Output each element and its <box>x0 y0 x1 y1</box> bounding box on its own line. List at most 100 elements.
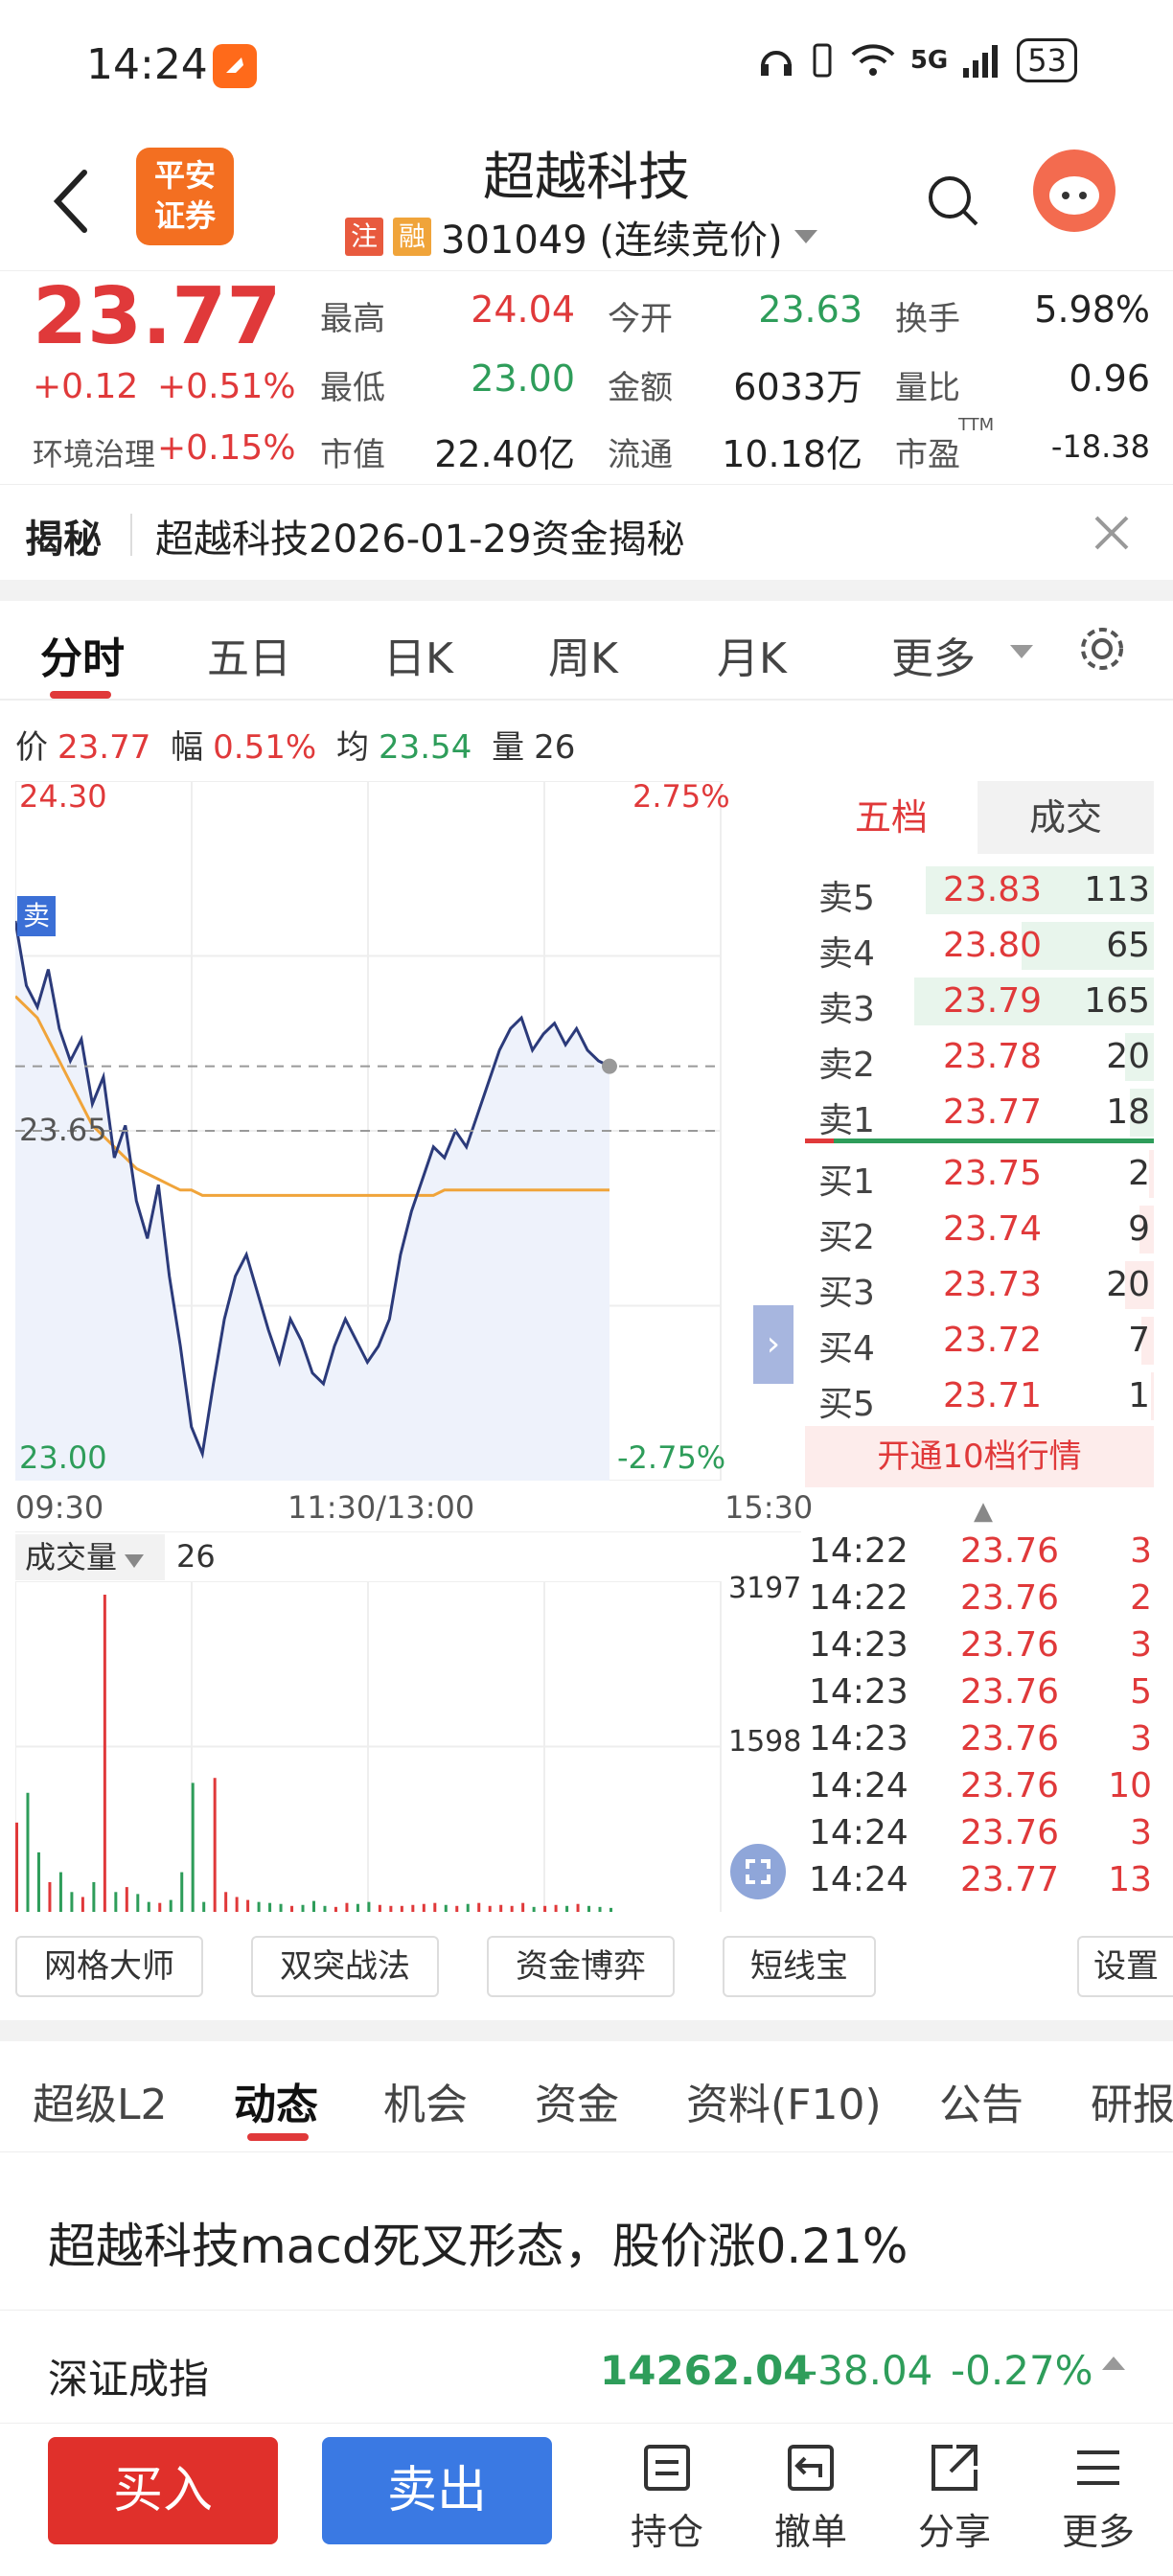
vol-ratio-label: 量比 <box>895 369 960 407</box>
news-title[interactable]: 超越科技macd死叉形态，股价涨0.21% <box>48 2208 908 2277</box>
bid-row-4[interactable]: 买4 23.72 7 <box>805 1313 1154 1368</box>
stock-code-line[interactable]: 注 融 301049 (连续竞价) <box>345 209 817 264</box>
tab-f10[interactable]: 资料(F10) <box>686 2070 882 2131</box>
sector-name[interactable]: 环境治理 <box>33 430 155 474</box>
tool-fund-game[interactable]: 资金博弈 <box>487 1936 675 1997</box>
volume-bars <box>15 1595 612 1912</box>
expand-orderbook-icon[interactable]: › <box>753 1305 794 1384</box>
tab-funds[interactable]: 资金 <box>535 2070 619 2131</box>
ask-row-3[interactable]: 卖3 23.79 165 <box>805 974 1154 1029</box>
more-dropdown-icon[interactable] <box>1010 645 1033 658</box>
index-change: -38.04 <box>803 2347 933 2394</box>
fund-reveal-bar[interactable]: 揭秘 超越科技2026-01-29资金揭秘 <box>0 484 1173 580</box>
bid-row-1[interactable]: 买1 23.75 2 <box>805 1146 1154 1202</box>
tool-short-term[interactable]: 短线宝 <box>723 1936 876 1997</box>
cancel-order-button[interactable]: 撤单 <box>753 2441 868 2555</box>
search-icon[interactable] <box>925 172 982 230</box>
reveal-text[interactable]: 超越科技2026-01-29资金揭秘 <box>155 508 684 564</box>
pe-ttm-sup: TTM <box>958 415 995 435</box>
tab-super-l2[interactable]: 超级L2 <box>33 2070 168 2131</box>
low-value: 23.00 <box>471 357 575 400</box>
bottom-action-bar: 买入 卖出 持仓 撤单 分享 更多 <box>0 2423 1173 2576</box>
volume-bar <box>26 1792 30 1912</box>
dropdown-icon <box>125 1554 145 1568</box>
volume-bar <box>510 1905 514 1912</box>
holdings-icon <box>644 2445 690 2491</box>
share-button[interactable]: 分享 <box>897 2441 1012 2555</box>
level-price: 23.72 <box>943 1321 1043 1360</box>
tab-research[interactable]: 研报 <box>1091 2070 1173 2131</box>
level-volume: 1 <box>1128 1376 1150 1415</box>
level-volume: 2 <box>1128 1154 1150 1193</box>
volume-bar <box>389 1905 393 1912</box>
volume-grid <box>15 1581 722 1912</box>
volume-bar <box>301 1904 305 1912</box>
tab-monthly-k[interactable]: 月K <box>717 624 787 685</box>
tick-time: 14:23 <box>809 1719 908 1759</box>
level-price: 23.74 <box>943 1209 1043 1249</box>
tick-time: 14:22 <box>809 1531 908 1571</box>
intraday-chart[interactable] <box>15 781 728 1481</box>
tab-opportunity[interactable]: 机会 <box>383 2070 468 2131</box>
ask-row-2[interactable]: 卖2 23.78 20 <box>805 1029 1154 1085</box>
level-label: 卖4 <box>818 934 875 974</box>
level-volume: 20 <box>1106 1037 1150 1076</box>
tab-dynamics[interactable]: 动态 <box>234 2070 318 2131</box>
info-amp: 0.51% <box>213 728 317 767</box>
quote-panel: 23.77 +0.12 +0.51% 环境治理 +0.15% 最高 24.04 … <box>0 270 1173 481</box>
scroll-up-icon[interactable]: ▲ <box>974 1497 993 1526</box>
tick-row: 14:22 23.76 2 <box>809 1578 1154 1624</box>
volume-bar <box>334 1906 337 1912</box>
volume-bar <box>488 1905 492 1912</box>
volume-bar <box>235 1897 239 1912</box>
price-area <box>15 921 610 1481</box>
ask-row-4[interactable]: 卖4 23.80 65 <box>805 918 1154 974</box>
assistant-avatar[interactable] <box>1033 150 1116 232</box>
level-volume: 165 <box>1084 981 1150 1021</box>
tick-price: 23.76 <box>960 1813 1060 1852</box>
holdings-button[interactable]: 持仓 <box>610 2441 724 2555</box>
amount-label: 金额 <box>608 369 673 407</box>
price-change: +0.12 <box>33 367 139 406</box>
bid-row-2[interactable]: 买2 23.74 9 <box>805 1202 1154 1257</box>
tab-daily-k[interactable]: 日K <box>383 624 453 685</box>
tab-more[interactable]: 更多 <box>891 624 976 685</box>
volume-bar <box>279 1903 283 1912</box>
ask-row-1[interactable]: 卖1 23.77 18 <box>805 1085 1154 1140</box>
tick-volume: 2 <box>1130 1578 1152 1618</box>
tab-weekly-k[interactable]: 周K <box>548 624 618 685</box>
bid-row-5[interactable]: 买5 23.71 1 <box>805 1368 1154 1424</box>
tab-intraday[interactable]: 分时 <box>40 624 125 685</box>
open-10-levels-button[interactable]: 开通10档行情 <box>805 1426 1154 1487</box>
news-item[interactable]: 超越科技macd死叉形态，股价涨0.21% <box>0 2151 1173 2309</box>
buy-button[interactable]: 买入 <box>48 2437 278 2544</box>
fullscreen-icon[interactable] <box>730 1844 786 1899</box>
tool-settings[interactable]: 设置 <box>1077 1936 1173 1997</box>
tool-double-break[interactable]: 双突战法 <box>251 1936 439 1997</box>
tab-trades[interactable]: 成交 <box>978 781 1154 854</box>
sell-marker[interactable]: 卖 <box>17 896 56 936</box>
tool-grid-master[interactable]: 网格大师 <box>15 1936 203 1997</box>
settings-gear-icon[interactable] <box>1077 624 1127 674</box>
sell-button[interactable]: 卖出 <box>322 2437 552 2544</box>
tick-time: 14:22 <box>809 1578 908 1618</box>
volume-chart[interactable] <box>15 1581 728 1912</box>
info-amp-label: 幅 <box>171 728 204 767</box>
volume-bar <box>554 1904 558 1912</box>
tab-5day[interactable]: 五日 <box>207 624 291 685</box>
close-icon[interactable] <box>1092 514 1131 552</box>
chevron-up-icon[interactable] <box>1102 2357 1125 2370</box>
tick-price: 23.76 <box>960 1578 1060 1618</box>
bid-row-3[interactable]: 买3 23.73 20 <box>805 1257 1154 1313</box>
pct-tick-bottom: -2.75% <box>617 1439 726 1476</box>
index-ticker[interactable]: 深证成指 14262.04 -38.04 -0.27% <box>0 2310 1173 2423</box>
more-button[interactable]: 更多 <box>1041 2441 1156 2555</box>
volume-indicator-select[interactable]: 成交量 <box>15 1534 165 1580</box>
ask-row-5[interactable]: 卖5 23.83 113 <box>805 862 1154 918</box>
tab-five-levels[interactable]: 五档 <box>805 781 978 854</box>
stock-header: 平安 证券 超越科技 注 融 301049 (连续竞价) <box>0 134 1173 268</box>
level-label: 卖5 <box>818 879 875 918</box>
amount-value: 6033万 <box>733 366 862 408</box>
tab-announcements[interactable]: 公告 <box>939 2070 1024 2131</box>
volume-bar <box>422 1903 426 1912</box>
